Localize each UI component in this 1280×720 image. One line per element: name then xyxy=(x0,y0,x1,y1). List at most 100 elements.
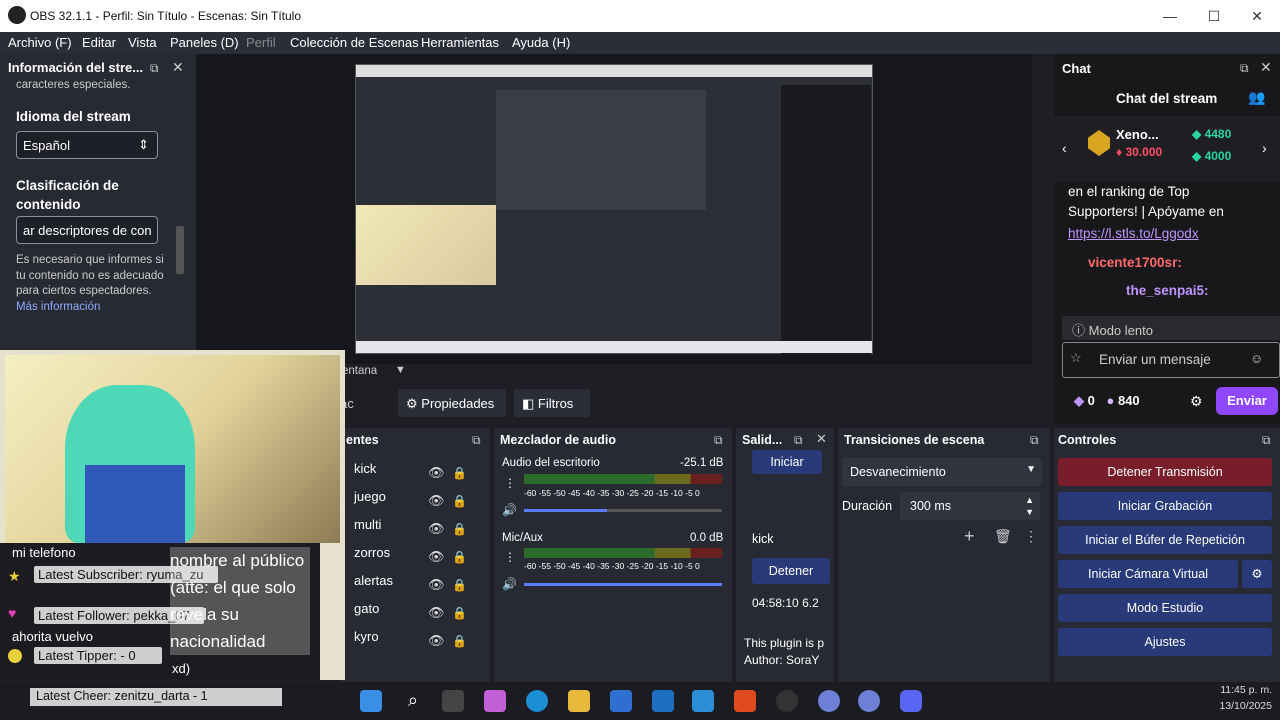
top-user-name: Xeno... xyxy=(1116,127,1159,142)
speaker-icon[interactable]: 🔊 xyxy=(502,503,517,517)
scrollbar[interactable] xyxy=(176,226,184,274)
menu-bar: Archivo (F) Editar Vista Paneles (D) Per… xyxy=(0,32,1280,54)
overlay-note: nombre al público (atte: el que solo rev… xyxy=(170,547,310,655)
kebab-icon[interactable]: ⋮ xyxy=(504,476,516,490)
dock-float-icon[interactable]: ⧉ xyxy=(794,433,803,448)
dock-float-icon[interactable]: ⧉ xyxy=(1030,433,1039,448)
replay-buffer-button[interactable]: Iniciar el Búfer de Repetición xyxy=(1058,526,1272,554)
virtual-camera-button[interactable]: Iniciar Cámara Virtual xyxy=(1058,560,1238,588)
stream-overlay: mi telefono Latest Subscriber: ryuma_zu … xyxy=(0,350,345,680)
output-time: 04:58:10 6.2 xyxy=(752,596,819,610)
dock-close-icon[interactable]: ✕ xyxy=(816,431,827,447)
source-item-alertas[interactable]: alertas xyxy=(354,573,393,588)
dock-float-icon[interactable]: ⧉ xyxy=(1262,433,1271,448)
windows-start-icon[interactable] xyxy=(360,690,382,712)
nested-chat xyxy=(781,85,871,355)
ch2-volume-slider[interactable] xyxy=(524,583,722,586)
source-item-gato[interactable]: gato xyxy=(354,601,379,616)
chat-user2[interactable]: the_senpai5: xyxy=(1126,281,1209,301)
back-text: ahorita vuelvo xyxy=(12,629,93,644)
ch1-volume-slider[interactable] xyxy=(524,509,722,512)
search-icon[interactable]: ⌕ xyxy=(402,690,424,712)
menu-ayuda[interactable]: Ayuda (H) xyxy=(512,35,570,50)
points-value: 0 xyxy=(1087,393,1095,408)
source-item-juego[interactable]: juego xyxy=(354,489,386,504)
settings-button[interactable]: Ajustes xyxy=(1058,628,1272,656)
menu-paneles[interactable]: Paneles (D) xyxy=(170,35,239,50)
send-button[interactable]: Enviar xyxy=(1216,387,1278,415)
info-icon: ⓘ xyxy=(1072,323,1086,338)
output-stop-button[interactable]: Detener xyxy=(752,558,830,584)
dock-close-icon[interactable]: ✕ xyxy=(1260,59,1272,76)
users-icon[interactable]: 👥 xyxy=(1248,89,1265,106)
source-item-kick[interactable]: kick xyxy=(354,461,376,476)
classification-field[interactable]: ar descriptores de con xyxy=(16,216,158,244)
language-label: Idioma del stream xyxy=(16,109,131,124)
dropdown-icon: ▼ xyxy=(1026,464,1036,475)
dock-float-icon[interactable]: ⧉ xyxy=(1240,61,1249,76)
chat-user1[interactable]: vicente1700sr: xyxy=(1088,253,1182,273)
edge-icon[interactable] xyxy=(526,690,548,712)
add-icon[interactable]: + xyxy=(964,526,975,547)
preview-dropdown-icon[interactable]: ▼ xyxy=(395,364,406,376)
menu-perfil[interactable]: Perfil xyxy=(246,35,276,50)
duration-field[interactable]: 300 ms ▲ ▼ xyxy=(900,492,1040,520)
menu-editar[interactable]: Editar xyxy=(82,35,116,50)
dock-float-icon[interactable]: ⧉ xyxy=(714,433,723,448)
chat-link[interactable]: https://l.stls.to/Lggodx xyxy=(1068,224,1199,244)
store-icon[interactable] xyxy=(610,690,632,712)
menu-herramientas[interactable]: Herramientas xyxy=(421,35,499,50)
lock-icons[interactable]: 🔒 🔒 🔒 🔒 🔒 🔒 🔒 xyxy=(452,459,467,655)
source-item-zorros[interactable]: zorros xyxy=(354,545,390,560)
clock-date[interactable]: 13/10/2025 xyxy=(1204,700,1272,712)
chevron-right-icon[interactable]: › xyxy=(1262,140,1267,156)
chat-settings-icon[interactable]: ⚙ xyxy=(1190,393,1203,410)
dock-float-icon[interactable]: ⧉ xyxy=(150,61,159,76)
more-info-link[interactable]: Más información xyxy=(16,301,100,313)
stream-info-panel: Información del stre... ⧉ ✕ caracteres e… xyxy=(0,54,196,350)
close-button[interactable]: ✕ xyxy=(1242,6,1272,26)
virtual-camera-settings-icon[interactable]: ⚙ xyxy=(1242,560,1272,588)
output-start-button[interactable]: Iniciar xyxy=(752,450,822,474)
source-item-kyro[interactable]: kyro xyxy=(354,629,379,644)
speaker-icon[interactable]: 🔊 xyxy=(502,577,517,591)
dock-close-icon[interactable]: ✕ xyxy=(172,59,184,76)
emote-icon[interactable]: ☺ xyxy=(1250,351,1263,366)
menu-vista[interactable]: Vista xyxy=(128,35,157,50)
copilot-icon[interactable] xyxy=(484,690,506,712)
menu-archivo[interactable]: Archivo (F) xyxy=(8,35,72,50)
kebab-icon[interactable]: ⋮ xyxy=(504,550,516,564)
chevron-left-icon[interactable]: ‹ xyxy=(1062,140,1067,156)
outlook-icon[interactable] xyxy=(652,690,674,712)
start-recording-button[interactable]: Iniciar Grabación xyxy=(1058,492,1272,520)
ch2-name: Mic/Aux xyxy=(502,532,543,544)
source-item-multi[interactable]: multi xyxy=(354,517,381,532)
discord-icon[interactable] xyxy=(900,690,922,712)
kebab-icon[interactable]: ⋮ xyxy=(1024,528,1038,545)
app2-icon[interactable] xyxy=(818,690,840,712)
transition-select[interactable]: Desvanecimiento ▼ xyxy=(842,458,1042,486)
dock-float-icon[interactable]: ⧉ xyxy=(472,433,481,448)
trash-icon[interactable]: 🗑 xyxy=(994,528,1012,545)
brave-icon[interactable] xyxy=(734,690,756,712)
folder-icon[interactable] xyxy=(568,690,590,712)
minimize-button[interactable]: — xyxy=(1155,6,1185,26)
eye-icons[interactable]: 👁 👁 👁 👁 👁 👁 👁 xyxy=(428,459,445,655)
maximize-button[interactable]: ☐ xyxy=(1199,6,1229,26)
stop-stream-button[interactable]: Detener Transmisión xyxy=(1058,458,1272,486)
app-icon[interactable] xyxy=(692,690,714,712)
obs-icon[interactable] xyxy=(776,690,798,712)
spin-icon[interactable]: ▲ ▼ xyxy=(1025,494,1034,518)
duration-value: 300 ms xyxy=(910,499,951,513)
app3-icon[interactable] xyxy=(858,690,880,712)
chat-title: Chat del stream xyxy=(1116,91,1218,106)
clock-time[interactable]: 11:45 p. m. xyxy=(1204,684,1272,696)
filters-button[interactable]: ◧ Filtros xyxy=(514,389,590,417)
properties-button[interactable]: ⚙ Propiedades xyxy=(398,389,506,417)
bits-value: 30.000 xyxy=(1125,145,1163,159)
menu-coleccion[interactable]: Colección de Escenas xyxy=(290,35,419,50)
language-select[interactable]: Español ⇕ xyxy=(16,131,158,159)
task-view-icon[interactable] xyxy=(442,690,464,712)
chat-input[interactable]: Enviar un mensaje xyxy=(1062,342,1280,378)
studio-mode-button[interactable]: Modo Estudio xyxy=(1058,594,1272,622)
